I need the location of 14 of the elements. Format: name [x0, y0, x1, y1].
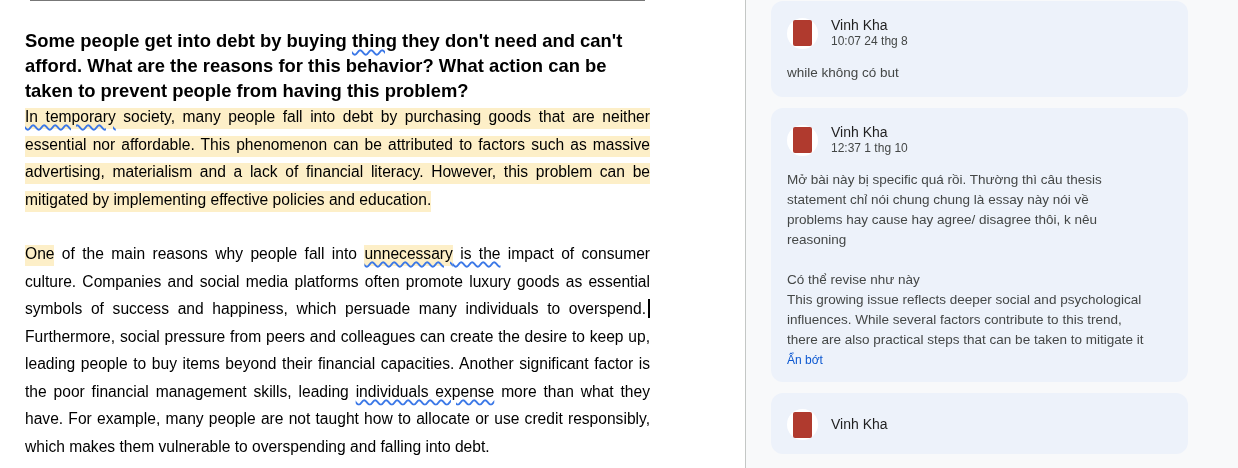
essay-paragraph: One of the main reasons why people fall into unnecessary is the impact of consumer culture. Companies and social media platforms often promote luxury goods as essential symbols of success and happiness, which persuade many individuals to overspend. Furthermore, social pressure from peers and colleagues can create the desire to keep up, leading people to buy items beyond their financial capacities. Another significant factor is the poor financial management skills, leading individuals expense more than what they have. For example, many people are not taught how to allocate or use credit responsibly, which makes them vulnerable to overspending and falling into debt. [25, 244, 650, 457]
avatar-placeholder [787, 409, 818, 440]
text-cursor [648, 299, 650, 318]
avatar-placeholder [787, 17, 818, 49]
comment-time: 10:07 24 thg 8 [831, 34, 908, 49]
avatar-placeholder [787, 124, 818, 156]
author-name: Vinh Kha [831, 416, 888, 433]
collapse-link[interactable]: Ẩn bớt [787, 353, 823, 367]
comment-time: 12:37 1 thg 10 [831, 141, 908, 156]
comment-text: while không có but [787, 64, 900, 82]
essay-question: Some people get into debt by buying thing they don't need and can't afford. What are the reasons for this behavior? What action can be taken to prevent people from having this problem? [25, 29, 624, 103]
author-name: Vinh Kha [831, 17, 889, 34]
comment-text: Mở bài này bị specific quá rồi. Thường thì câu thesis statement chỉ nói chung chung là essay này nói về problems hay cause hay agree/ disagree thôi, k nêu reasoning Có thể revise như này This growing issue reflects deeper social and psychological influences. While several factors contribute to this trend, there are also practical steps that can be taken to mitigate it [787, 171, 1145, 349]
author-name: Vinh Kha [831, 124, 889, 141]
